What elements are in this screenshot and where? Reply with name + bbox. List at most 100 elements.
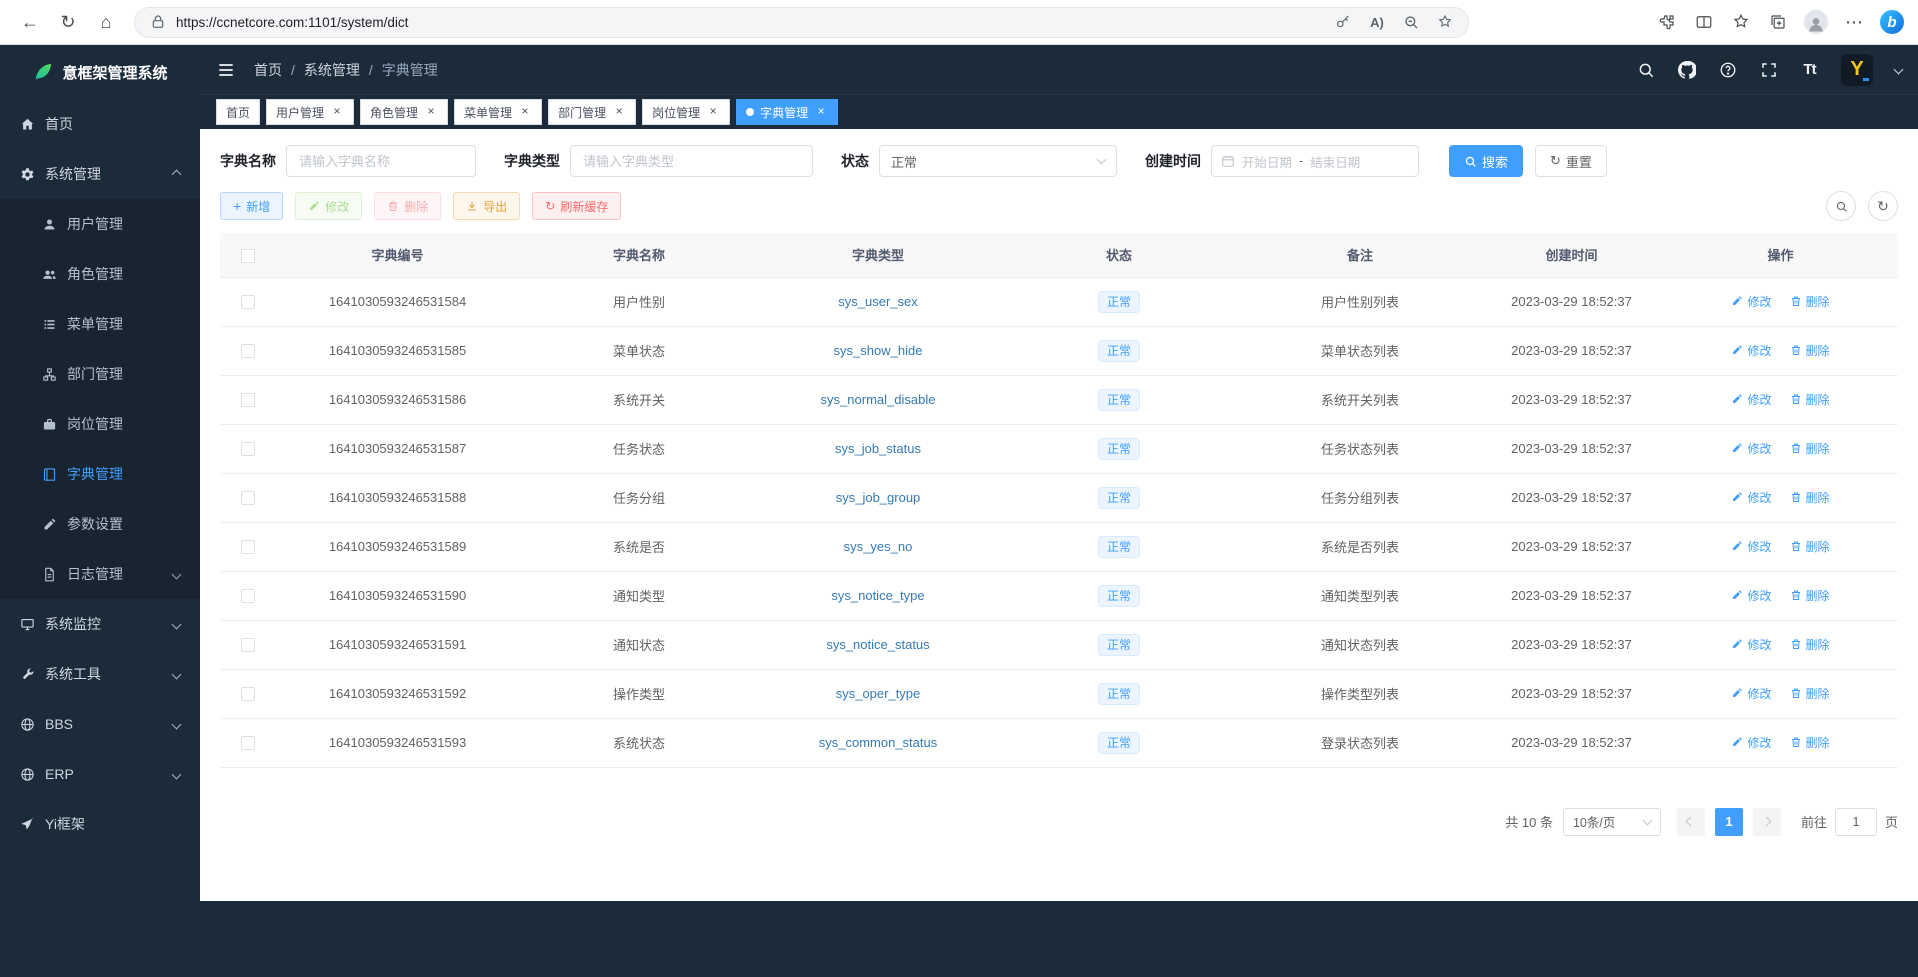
tab-close-icon[interactable]: ×: [706, 105, 720, 119]
dict-type-link[interactable]: sys_oper_type: [836, 686, 921, 701]
github-icon[interactable]: [1677, 60, 1696, 79]
sidebar-item-tool[interactable]: 系统工具: [0, 649, 200, 699]
page-size-select[interactable]: 10条/页: [1563, 808, 1661, 836]
tab-close-icon[interactable]: ×: [612, 105, 626, 119]
next-page-button[interactable]: [1753, 808, 1781, 836]
dict-type-link[interactable]: sys_notice_type: [831, 588, 924, 603]
sidebar-item-role[interactable]: 角色管理: [0, 249, 200, 299]
dict-type-link[interactable]: sys_notice_status: [826, 637, 929, 652]
row-delete-button[interactable]: 删除: [1790, 293, 1830, 310]
goto-page-input[interactable]: [1835, 808, 1877, 836]
row-checkbox[interactable]: [241, 638, 255, 652]
row-edit-button[interactable]: 修改: [1731, 440, 1771, 457]
read-aloud-icon[interactable]: A): [1368, 13, 1386, 31]
sidebar-item-config[interactable]: 参数设置: [0, 499, 200, 549]
tab-close-icon[interactable]: ×: [330, 105, 344, 119]
dict-type-link[interactable]: sys_user_sex: [838, 294, 917, 309]
dict-type-link[interactable]: sys_yes_no: [844, 539, 913, 554]
breadcrumb-item[interactable]: 系统管理: [304, 60, 360, 80]
row-delete-button[interactable]: 删除: [1790, 440, 1830, 457]
status-select[interactable]: 正常: [879, 145, 1117, 177]
row-delete-button[interactable]: 删除: [1790, 685, 1830, 702]
row-edit-button[interactable]: 修改: [1731, 293, 1771, 310]
browser-reload-button[interactable]: ↻: [52, 6, 84, 38]
tab-dict[interactable]: 字典管理×: [736, 99, 838, 125]
hamburger-icon[interactable]: [216, 60, 236, 80]
row-delete-button[interactable]: 删除: [1790, 538, 1830, 555]
key-icon[interactable]: [1334, 13, 1352, 31]
dict-type-link[interactable]: sys_job_status: [835, 441, 921, 456]
tab-menu[interactable]: 菜单管理×: [454, 99, 542, 125]
chevron-down-icon[interactable]: [1894, 65, 1904, 75]
refresh-table-button[interactable]: ↻: [1868, 191, 1898, 221]
dict-type-link[interactable]: sys_show_hide: [834, 343, 923, 358]
row-edit-button[interactable]: 修改: [1731, 587, 1771, 604]
split-screen-icon[interactable]: [1693, 11, 1715, 33]
address-bar[interactable]: https://ccnetcore.com:1101/system/dict A…: [134, 7, 1469, 38]
sidebar-item-post[interactable]: 岗位管理: [0, 399, 200, 449]
sidebar-item-log[interactable]: 日志管理: [0, 549, 200, 599]
browser-menu-icon[interactable]: ⋯: [1843, 11, 1865, 33]
sidebar-item-monitor[interactable]: 系统监控: [0, 599, 200, 649]
tab-post[interactable]: 岗位管理×: [642, 99, 730, 125]
tab-close-icon[interactable]: ×: [814, 105, 828, 119]
row-delete-button[interactable]: 删除: [1790, 587, 1830, 604]
bing-copilot-icon[interactable]: b: [1880, 10, 1904, 34]
dict-name-input[interactable]: [286, 145, 476, 177]
row-edit-button[interactable]: 修改: [1731, 734, 1771, 751]
reset-button[interactable]: ↻ 重置: [1535, 145, 1607, 177]
edit-button[interactable]: 修改: [295, 192, 362, 220]
prev-page-button[interactable]: [1677, 808, 1705, 836]
sidebar-item-home[interactable]: 首页: [0, 99, 200, 149]
row-edit-button[interactable]: 修改: [1731, 685, 1771, 702]
sidebar-item-erp[interactable]: ERP: [0, 749, 200, 799]
user-avatar[interactable]: Y: [1841, 54, 1873, 86]
browser-home-button[interactable]: ⌂: [90, 6, 122, 38]
row-delete-button[interactable]: 删除: [1790, 391, 1830, 408]
row-checkbox[interactable]: [241, 491, 255, 505]
row-edit-button[interactable]: 修改: [1731, 391, 1771, 408]
tab-dept[interactable]: 部门管理×: [548, 99, 636, 125]
row-checkbox[interactable]: [241, 344, 255, 358]
tab-home[interactable]: 首页: [216, 99, 260, 125]
row-edit-button[interactable]: 修改: [1731, 489, 1771, 506]
sidebar-item-bbs[interactable]: BBS: [0, 699, 200, 749]
extensions-icon[interactable]: [1656, 11, 1678, 33]
row-checkbox[interactable]: [241, 295, 255, 309]
sidebar-item-dict[interactable]: 字典管理: [0, 449, 200, 499]
zoom-icon[interactable]: [1402, 13, 1420, 31]
tab-role[interactable]: 角色管理×: [360, 99, 448, 125]
row-checkbox[interactable]: [241, 442, 255, 456]
row-checkbox[interactable]: [241, 393, 255, 407]
row-delete-button[interactable]: 删除: [1790, 489, 1830, 506]
row-checkbox[interactable]: [241, 736, 255, 750]
dict-type-link[interactable]: sys_common_status: [819, 735, 938, 750]
page-1-button[interactable]: 1: [1715, 808, 1743, 836]
delete-button[interactable]: 删除: [374, 192, 441, 220]
row-checkbox[interactable]: [241, 589, 255, 603]
sidebar-item-yi[interactable]: Yi框架: [0, 799, 200, 849]
favorites-icon[interactable]: [1730, 11, 1752, 33]
dict-type-input[interactable]: [570, 145, 813, 177]
date-range-picker[interactable]: 开始日期 - 结束日期: [1211, 145, 1419, 177]
row-delete-button[interactable]: 删除: [1790, 342, 1830, 359]
select-all-checkbox[interactable]: [241, 249, 255, 263]
add-favorite-icon[interactable]: [1436, 13, 1454, 31]
profile-avatar[interactable]: [1804, 10, 1828, 34]
toggle-search-button[interactable]: [1826, 191, 1856, 221]
tab-close-icon[interactable]: ×: [518, 105, 532, 119]
sidebar-item-system[interactable]: 系统管理: [0, 149, 200, 199]
sidebar-item-dept[interactable]: 部门管理: [0, 349, 200, 399]
tab-close-icon[interactable]: ×: [424, 105, 438, 119]
add-button[interactable]: + 新增: [220, 192, 283, 220]
breadcrumb-item[interactable]: 首页: [254, 60, 282, 80]
row-edit-button[interactable]: 修改: [1731, 538, 1771, 555]
row-checkbox[interactable]: [241, 540, 255, 554]
row-checkbox[interactable]: [241, 687, 255, 701]
row-edit-button[interactable]: 修改: [1731, 636, 1771, 653]
refresh-cache-button[interactable]: ↻ 刷新缓存: [532, 192, 621, 220]
row-delete-button[interactable]: 删除: [1790, 734, 1830, 751]
search-icon[interactable]: [1636, 60, 1655, 79]
collections-icon[interactable]: [1767, 11, 1789, 33]
search-button[interactable]: 搜索: [1449, 145, 1523, 177]
